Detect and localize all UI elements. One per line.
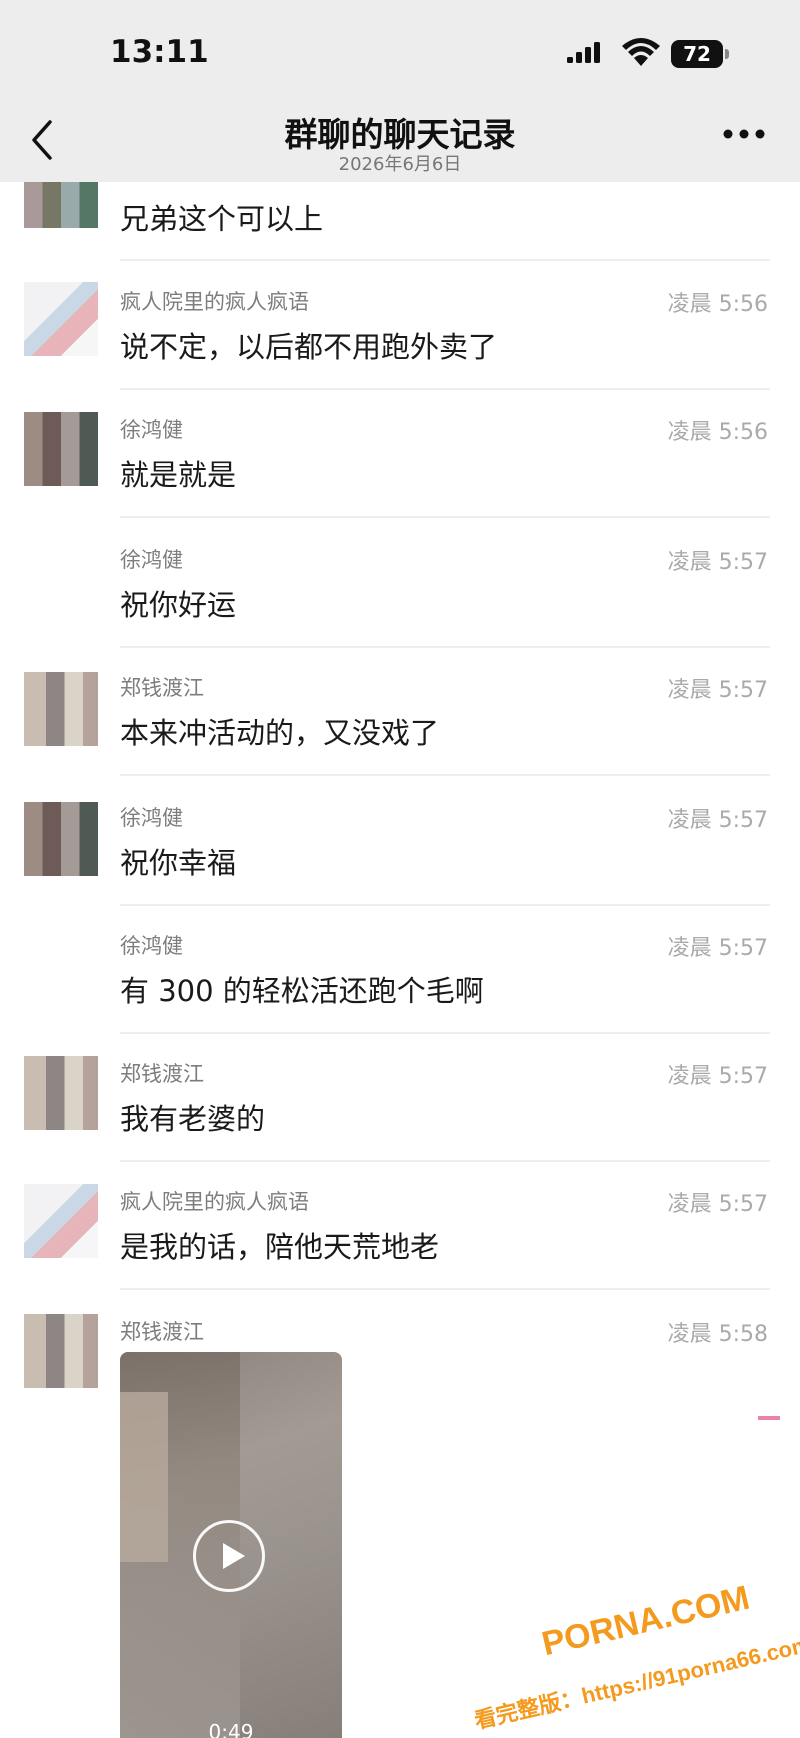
message-time: 凌晨 5:58 (667, 1322, 768, 1347)
video-message-thumbnail[interactable]: 0:49 (120, 1352, 342, 1738)
message-item[interactable]: 郑钱渡江 凌晨 5:57 我有老婆的 (0, 1032, 800, 1162)
battery-tip (725, 49, 729, 59)
message-text: 本来冲活动的，又没戏了 (120, 716, 440, 750)
avatar[interactable] (24, 672, 98, 746)
decorative-mark (758, 1416, 780, 1420)
status-time: 13:11 (110, 34, 209, 70)
message-item[interactable]: 疯人院里的疯人疯语 凌晨 5:57 是我的话，陪他天荒地老 (0, 1160, 800, 1290)
message-text: 说不定，以后都不用跑外卖了 (120, 330, 498, 364)
message-time: 凌晨 5:57 (667, 1192, 768, 1217)
battery-indicator: 72 (671, 40, 723, 68)
page-title: 群聊的聊天记录 (284, 115, 516, 154)
top-bar: 13:11 72 群聊的聊天记录 2026年6月6日 (0, 0, 800, 182)
avatar[interactable] (24, 282, 98, 356)
message-item[interactable]: 徐鸿健 凌晨 5:57 有 300 的轻松活还跑个毛啊 (0, 904, 800, 1034)
message-text: 兄弟这个可以上 (120, 202, 324, 236)
avatar[interactable] (24, 1314, 98, 1388)
divider (120, 259, 770, 261)
sender-name: 疯人院里的疯人疯语 (120, 290, 309, 314)
sender-name: 郑钱渡江 (120, 1320, 204, 1344)
message-text: 有 300 的轻松活还跑个毛啊 (120, 974, 484, 1008)
play-icon[interactable] (193, 1520, 265, 1592)
message-item[interactable]: 徐鸿健 凌晨 5:57 祝你幸福 (0, 774, 800, 906)
message-time: 凌晨 5:57 (667, 808, 768, 833)
chat-history-screen: 13:11 72 群聊的聊天记录 2026年6月6日 兄弟这个可以上 疯人院里的… (0, 0, 800, 1738)
sender-name: 徐鸿健 (120, 548, 183, 572)
sender-name: 疯人院里的疯人疯语 (120, 1190, 309, 1214)
video-scene-cabinet (120, 1392, 168, 1562)
message-item[interactable]: 徐鸿健 凌晨 5:57 祝你好运 (0, 518, 800, 648)
wifi-icon (622, 38, 660, 66)
message-time: 凌晨 5:56 (667, 292, 768, 317)
message-time: 凌晨 5:57 (667, 550, 768, 575)
message-text: 祝你幸福 (120, 846, 237, 880)
signal-icon (567, 42, 600, 66)
message-item[interactable]: 疯人院里的疯人疯语 凌晨 5:56 说不定，以后都不用跑外卖了 (0, 262, 800, 390)
message-text: 我有老婆的 (120, 1102, 266, 1136)
sender-name: 郑钱渡江 (120, 676, 204, 700)
message-time: 凌晨 5:56 (667, 420, 768, 445)
avatar[interactable] (24, 412, 98, 486)
message-time: 凌晨 5:57 (667, 678, 768, 703)
avatar[interactable] (24, 1184, 98, 1258)
sender-name: 徐鸿健 (120, 418, 183, 442)
more-dots-icon[interactable] (722, 126, 766, 142)
message-text: 就是就是 (120, 458, 237, 492)
video-duration: 0:49 (208, 1720, 254, 1738)
message-text: 是我的话，陪他天荒地老 (120, 1230, 440, 1264)
avatar[interactable] (24, 1056, 98, 1130)
message-item[interactable]: 郑钱渡江 凌晨 5:57 本来冲活动的，又没戏了 (0, 646, 800, 776)
message-item[interactable]: 徐鸿健 凌晨 5:56 就是就是 (0, 390, 800, 518)
message-time: 凌晨 5:57 (667, 1064, 768, 1089)
page-subtitle-date: 2026年6月6日 (338, 154, 462, 175)
sender-name: 徐鸿健 (120, 806, 183, 830)
sender-name: 徐鸿健 (120, 934, 183, 958)
message-time: 凌晨 5:57 (667, 936, 768, 961)
avatar[interactable] (24, 802, 98, 876)
message-text: 祝你好运 (120, 588, 237, 622)
sender-name: 郑钱渡江 (120, 1062, 204, 1086)
